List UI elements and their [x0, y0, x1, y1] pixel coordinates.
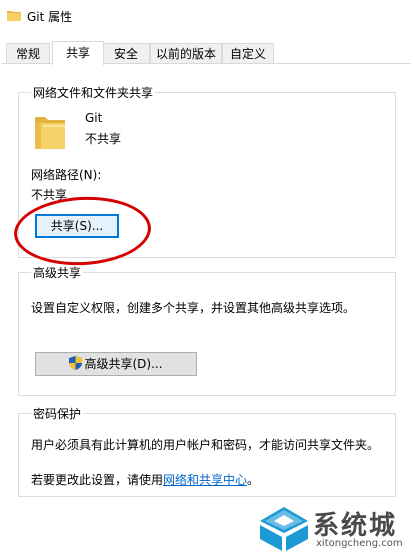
folder-share-status: 不共享 — [85, 132, 122, 146]
folder-name: Git — [85, 111, 103, 125]
network-sharing-title: 网络文件和文件夹共享 — [31, 84, 156, 101]
window-title: Git 属性 — [27, 10, 73, 24]
tab-general[interactable]: 常规 — [6, 43, 50, 64]
tab-customize[interactable]: 自定义 — [222, 43, 274, 64]
watermark-text: 系统城 — [313, 511, 398, 541]
password-protection-title: 密码保护 — [31, 405, 84, 422]
password-protection-description: 用户必须具有此计算机的用户帐户和密码，才能访问共享文件夹。 — [31, 438, 380, 452]
title-bar: Git 属性 — [0, 0, 413, 32]
folder-icon — [7, 11, 21, 21]
change-setting-suffix: 。 — [247, 473, 260, 487]
watermark: 系统城 xitongcheng.com — [258, 505, 408, 555]
tab-previous-versions[interactable]: 以前的版本 — [150, 43, 222, 64]
windows-logo-icon — [260, 507, 308, 551]
advanced-sharing-group: 高级共享 设置自定义权限，创建多个共享，并设置其他高级共享选项。 高级共享(D)… — [18, 264, 396, 396]
watermark-url: xitongcheng.com — [316, 538, 403, 549]
tab-bar: 常规 共享 安全 以前的版本 自定义 — [0, 41, 413, 65]
advanced-sharing-button[interactable]: 高级共享(D)... — [35, 352, 197, 376]
network-sharing-center-link[interactable]: 网络和共享中心 — [163, 473, 247, 487]
advanced-sharing-title: 高级共享 — [31, 264, 84, 281]
network-path-label: 网络路径(N): — [31, 168, 102, 182]
tab-panel: 网络文件和文件夹共享 Git 不共享 网络路径(N): 不共享 共享(S)...… — [2, 63, 411, 557]
advanced-sharing-description: 设置自定义权限，创建多个共享，并设置其他高级共享选项。 — [31, 301, 356, 315]
tab-sharing[interactable]: 共享 — [52, 41, 104, 65]
change-setting-prefix: 若要更改此设置，请使用 — [31, 473, 164, 487]
password-protection-group: 密码保护 用户必须具有此计算机的用户帐户和密码，才能访问共享文件夹。 若要更改此… — [18, 405, 396, 497]
uac-shield-icon — [69, 356, 83, 370]
folder-icon — [35, 117, 65, 149]
advanced-sharing-button-label: 高级共享(D)... — [84, 357, 163, 371]
change-setting-text: 若要更改此设置，请使用网络和共享中心。 — [31, 471, 259, 488]
tab-security[interactable]: 安全 — [102, 43, 150, 64]
